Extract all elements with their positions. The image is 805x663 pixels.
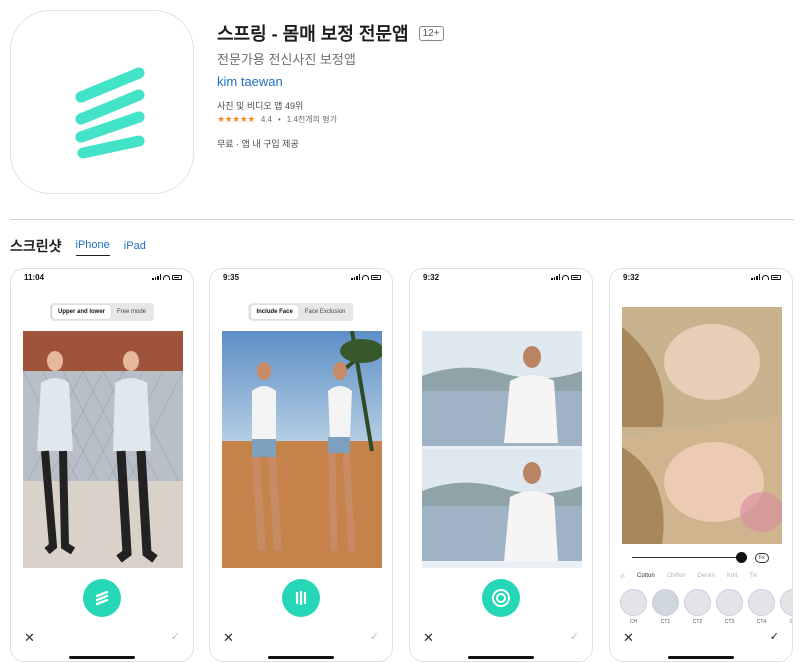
developer-link[interactable]: kim taewan	[217, 74, 283, 89]
screenshot-2[interactable]: 9:35 Include Face Face Exclusion ✕ ✓	[209, 268, 393, 662]
wifi-icon	[362, 274, 369, 280]
screenshots-title: 스크린샷	[10, 238, 62, 254]
battery-icon	[771, 274, 781, 280]
man-photo-comparison	[422, 331, 582, 568]
thumb-swatch	[780, 589, 792, 616]
status-time: 9:35	[223, 273, 240, 282]
rating-separator: •	[277, 115, 281, 124]
confirm-button[interactable]: ✓	[370, 631, 379, 644]
spring-icon	[95, 590, 109, 606]
app-icon	[10, 10, 194, 194]
face-filter-photo	[622, 307, 782, 544]
filter-knit[interactable]: Knit	[727, 573, 737, 580]
home-indicator	[69, 656, 135, 659]
intensity-slider-track[interactable]	[632, 557, 742, 558]
battery-icon	[571, 274, 581, 280]
close-button[interactable]: ✕	[623, 631, 634, 644]
face-segmented-control: Include Face Face Exclusion	[248, 303, 354, 321]
screenshot-1[interactable]: 11:04 Upper and lower Free mode ✕ ✓	[10, 268, 194, 662]
title-row: 스프링 - 몸매 보정 전문앱 12+	[217, 20, 444, 46]
segment-face-exclusion[interactable]: Face Exclusion	[299, 305, 352, 319]
close-button[interactable]: ✕	[423, 631, 434, 644]
thumb-swatch	[716, 589, 743, 616]
rating-value: 4.4	[260, 115, 272, 124]
segment-include-face[interactable]: Include Face	[250, 305, 299, 319]
section-divider	[10, 219, 794, 220]
segment-upper-lower[interactable]: Upper and lower	[51, 305, 111, 319]
segment-free-mode[interactable]: Free mode	[111, 305, 152, 319]
wifi-icon	[562, 274, 569, 280]
hanger-icon	[620, 589, 647, 616]
rating-stars-icon: ★★★★★	[217, 114, 255, 124]
thumb-ct2[interactable]: CT2	[684, 589, 711, 625]
thumb-ct3[interactable]: CT3	[716, 589, 743, 625]
status-time: 9:32	[423, 273, 440, 282]
home-indicator	[268, 656, 334, 659]
status-time: 11:04	[24, 273, 45, 282]
filter-category-list: ⊘ Cotton Chiffon Denim Knit Tw	[620, 573, 757, 580]
confirm-button[interactable]: ✓	[770, 631, 779, 644]
app-subtitle: 전문가용 전신사진 보정앱	[217, 52, 356, 67]
filter-chiffon[interactable]: Chiffon	[667, 573, 686, 580]
screenshot-4[interactable]: 9:32 Fx ⊘ Cotton Chiffon Denim Knit Tw C…	[609, 268, 793, 662]
thumb-ct[interactable]: CT	[780, 589, 792, 625]
app-title: 스프링 - 몸매 보정 전문앱	[217, 24, 409, 44]
spring-action-button[interactable]	[83, 579, 121, 617]
mode-segmented-control: Upper and lower Free mode	[49, 303, 155, 321]
chart-rank: 사진 및 비디오 앱 49위	[217, 101, 304, 111]
tab-ipad[interactable]: iPad	[124, 240, 146, 256]
thumb-swatch	[652, 589, 679, 616]
no-filter-icon[interactable]: ⊘	[620, 573, 625, 580]
target-action-button[interactable]	[482, 579, 520, 617]
screenshot-3[interactable]: 9:32 ✕ ✓	[409, 268, 593, 662]
intensity-slider-knob[interactable]	[736, 552, 747, 563]
fx-button[interactable]: Fx	[755, 553, 769, 563]
age-rating-badge: 12+	[418, 25, 444, 41]
thumb-swatch	[684, 589, 711, 616]
wifi-icon	[163, 274, 170, 280]
wifi-icon	[762, 274, 769, 280]
battery-icon	[371, 274, 381, 280]
status-bar: 11:04	[11, 273, 193, 287]
split-action-button[interactable]	[282, 579, 320, 617]
split-bars-icon	[295, 590, 307, 606]
close-button[interactable]: ✕	[223, 631, 234, 644]
thumb-ct1[interactable]: CT1	[652, 589, 679, 625]
confirm-button[interactable]: ✓	[171, 631, 180, 644]
status-icons	[551, 274, 581, 280]
spring-logo-icon	[75, 67, 145, 159]
signal-icon	[152, 274, 161, 280]
body-photo-comparison	[23, 331, 183, 568]
confirm-button[interactable]: ✓	[570, 631, 579, 644]
signal-icon	[751, 274, 760, 280]
filter-cotton[interactable]: Cotton	[637, 573, 655, 580]
thumb-swatch	[748, 589, 775, 616]
signal-icon	[551, 274, 560, 280]
status-bar: 9:32	[610, 273, 792, 287]
status-time: 9:32	[623, 273, 640, 282]
rating-count: 1.4천개의 평가	[286, 115, 337, 124]
thumb-ct4[interactable]: CT4	[748, 589, 775, 625]
signal-icon	[351, 274, 360, 280]
status-icons	[351, 274, 381, 280]
filter-denim[interactable]: Denim	[698, 573, 715, 580]
beach-photo-comparison	[222, 331, 382, 568]
battery-icon	[172, 274, 182, 280]
screenshots-header: 스크린샷 iPhone iPad	[10, 236, 146, 256]
status-bar: 9:32	[410, 273, 592, 287]
price-info: 무료 · 앱 내 구입 제공	[217, 139, 299, 149]
rating-row: ★★★★★ 4.4 • 1.4천개의 평가	[217, 114, 337, 125]
filter-thumbnails: CH CT1 CT2 CT3 CT4 CT	[620, 589, 792, 625]
thumb-ch[interactable]: CH	[620, 589, 647, 625]
status-bar: 9:35	[210, 273, 392, 287]
status-icons	[751, 274, 781, 280]
close-button[interactable]: ✕	[24, 631, 35, 644]
tab-iphone[interactable]: iPhone	[75, 239, 110, 256]
home-indicator	[668, 656, 734, 659]
target-icon	[492, 589, 510, 607]
filter-tw[interactable]: Tw	[749, 573, 757, 580]
home-indicator	[468, 656, 534, 659]
status-icons	[152, 274, 182, 280]
